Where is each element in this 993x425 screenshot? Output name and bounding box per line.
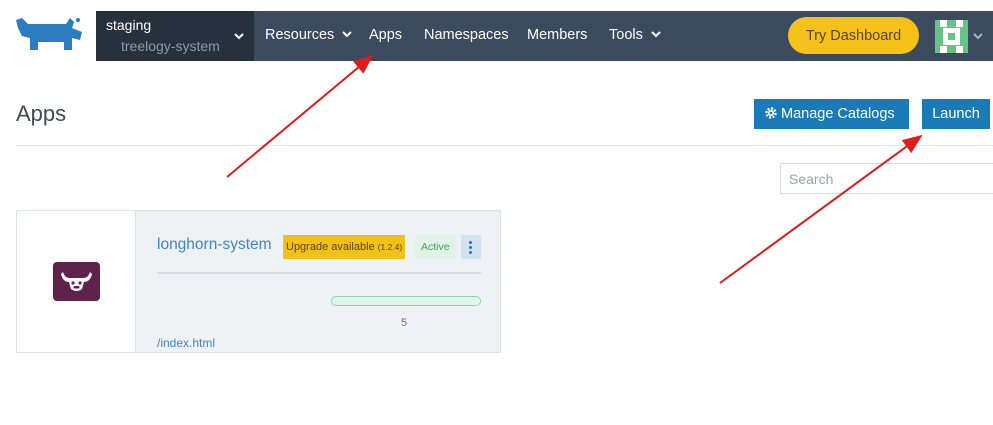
cluster-name: staging — [106, 17, 152, 33]
avatar[interactable] — [935, 20, 968, 53]
workload-count: 5 — [401, 317, 408, 329]
annotation-arrow-apps — [226, 54, 374, 178]
project-name: treelogy-system — [121, 38, 220, 54]
try-dashboard-button[interactable]: Try Dashboard — [788, 17, 919, 54]
app-name-link[interactable]: longhorn-system — [157, 236, 272, 254]
nav-namespaces-label: Namespaces — [424, 27, 509, 43]
nav-namespaces[interactable]: Namespaces — [424, 27, 509, 43]
kebab-dot — [469, 251, 472, 254]
nav-members-label: Members — [527, 27, 588, 43]
app-card-body: longhorn-system Upgrade available (1.2.4)… — [136, 211, 500, 352]
rancher-logo-icon[interactable] — [14, 14, 86, 54]
upgrade-label: Upgrade available — [286, 241, 375, 253]
identicon-icon — [935, 20, 968, 53]
launch-button[interactable]: Launch — [922, 99, 990, 129]
nav-resources[interactable]: Resources — [265, 27, 353, 43]
nav-resources-label: Resources — [265, 27, 335, 43]
chevron-down-icon — [342, 31, 353, 38]
nav-apps[interactable]: Apps — [369, 27, 402, 43]
chevron-down-icon — [234, 33, 244, 40]
upgrade-version: (1.2.4) — [377, 242, 403, 252]
search-input[interactable] — [780, 163, 993, 194]
cluster-project-switcher[interactable]: staging treelogy-system — [96, 11, 254, 61]
longhorn-bull-icon[interactable] — [53, 262, 100, 301]
nav-apps-label: Apps — [369, 27, 403, 43]
workload-progress-bar — [331, 296, 481, 306]
annotation-arrow-launch — [719, 134, 923, 284]
gear-icon — [765, 107, 777, 119]
top-bar: staging treelogy-system Resources Apps N… — [0, 0, 993, 72]
kebab-dot — [469, 241, 472, 244]
bull-head-icon — [61, 272, 92, 291]
app-card: longhorn-system Upgrade available (1.2.4)… — [16, 210, 501, 353]
chevron-down-icon — [651, 31, 661, 38]
upgrade-available-badge[interactable]: Upgrade available (1.2.4) — [283, 235, 406, 259]
app-logo-pane — [17, 211, 136, 352]
page-title: Apps — [16, 101, 67, 126]
nav-members[interactable]: Members — [527, 27, 587, 43]
app-actions-menu-button[interactable] — [461, 235, 481, 259]
workload-progress-fill — [332, 297, 480, 305]
nav-tools[interactable]: Tools — [609, 27, 662, 43]
manage-catalogs-label: Manage Catalogs — [781, 106, 895, 122]
kebab-dot — [469, 246, 472, 249]
manage-catalogs-button[interactable]: Manage Catalogs — [754, 99, 909, 129]
endpoint-link[interactable]: /index.html — [157, 336, 215, 350]
status-badge: Active — [415, 235, 456, 259]
nav-tools-label: Tools — [609, 27, 643, 43]
card-divider — [157, 272, 481, 274]
main-nav: staging treelogy-system Resources Apps N… — [96, 11, 993, 61]
divider — [16, 145, 993, 146]
chevron-down-icon[interactable] — [972, 30, 984, 42]
